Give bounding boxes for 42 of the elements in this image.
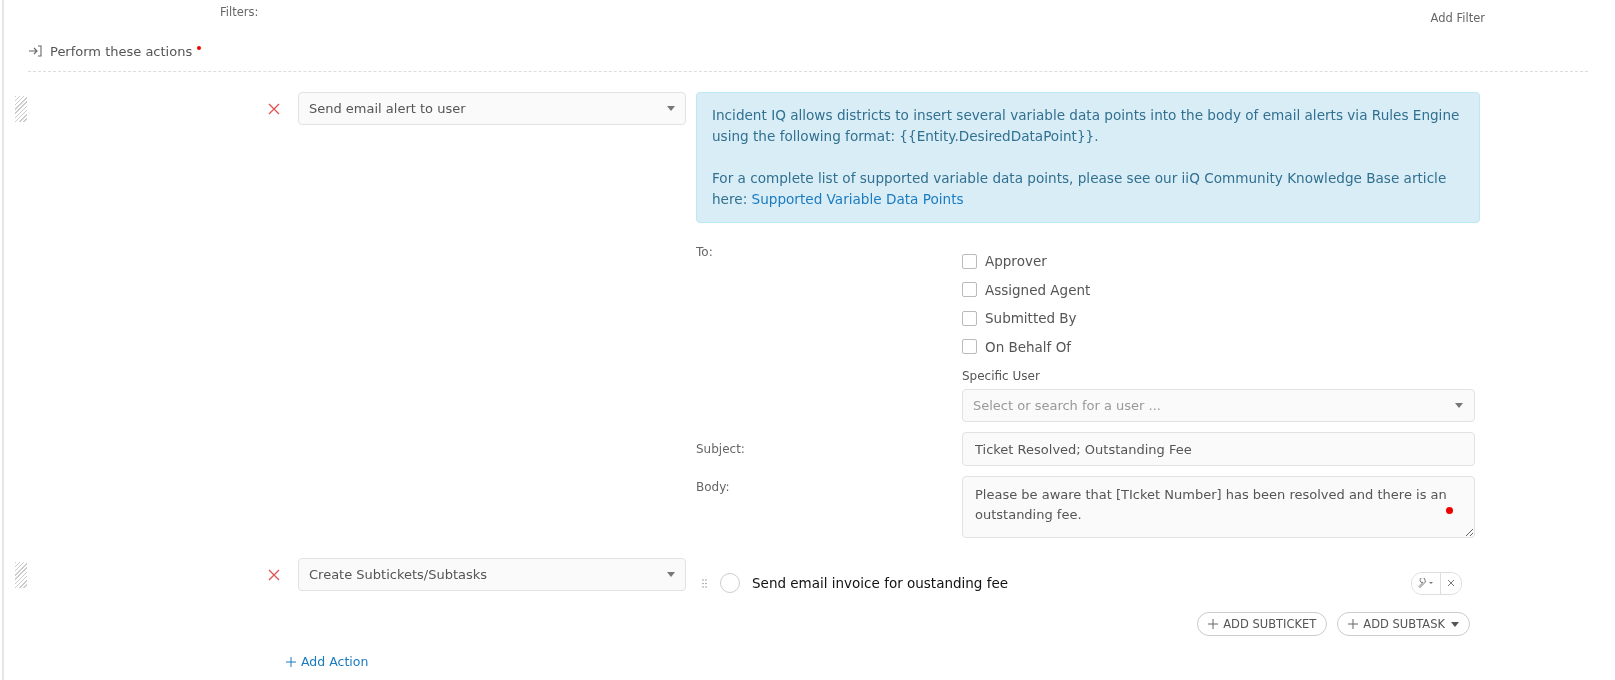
info-text: For a complete list of supported variable data points, please see our iiQ Community Knowledge Base article here: Supported Variable Data Points <box>712 169 1448 209</box>
wrench-icon <box>1418 578 1434 588</box>
drag-handle-icon[interactable] <box>15 96 27 122</box>
remove-icon[interactable] <box>268 103 280 115</box>
add-button[interactable]: ADD SUBTASK <box>1337 612 1470 636</box>
checkbox[interactable] <box>962 253 977 269</box>
body-textarea[interactable]: Please be aware that [TIcket Number] has been resolved and there is an outstanding fee. <box>962 476 1475 538</box>
status-dot-icon <box>1446 507 1453 514</box>
action-select[interactable]: Send email alert to user <box>298 92 686 125</box>
body-label: Body: <box>696 479 731 496</box>
subject-label: Subject: <box>696 441 746 458</box>
checkbox[interactable] <box>962 339 977 355</box>
checkbox[interactable] <box>962 282 977 298</box>
action-select[interactable]: Create Subtickets/Subtasks <box>298 558 686 591</box>
plus-icon <box>286 656 296 667</box>
drag-handle-icon[interactable] <box>15 562 27 588</box>
caret-icon <box>667 572 675 577</box>
caret-icon <box>667 106 675 111</box>
checkbox-label: Assigned Agent <box>985 281 1091 298</box>
add-filter-button[interactable]: Add Filter <box>1430 10 1485 26</box>
checkbox[interactable] <box>962 310 977 326</box>
filters-label: Filters: <box>220 5 259 21</box>
to-label: To: <box>696 244 714 261</box>
specific-user-label: Specific User <box>962 369 1041 383</box>
plus-icon <box>1348 619 1359 629</box>
plus-icon <box>1208 619 1219 629</box>
enter-arrow-icon <box>28 45 42 57</box>
caret-icon <box>1455 403 1463 408</box>
subtask-title: Send email invoice for oustanding fee <box>752 575 1010 591</box>
checkbox-label: Submitted By <box>985 310 1077 327</box>
user-select[interactable]: Select or search for a user ... <box>962 389 1475 422</box>
remove-icon[interactable] <box>268 569 280 581</box>
checkbox-label: On Behalf Of <box>985 338 1072 355</box>
grip-icon[interactable] <box>702 578 707 588</box>
close-icon[interactable] <box>1440 572 1461 594</box>
add-button[interactable]: ADD SUBTICKET <box>1197 612 1328 636</box>
subject-input[interactable]: Ticket Resolved; Outstanding Fee <box>962 432 1475 466</box>
add-action-link[interactable]: Add Action <box>286 654 369 669</box>
section-title: Perform these actions <box>50 43 193 59</box>
checkbox-label: Approver <box>985 253 1047 270</box>
supported-data-points-link[interactable]: Supported Variable Data Points <box>751 191 964 207</box>
info-text: Incident IQ allows districts to insert several variable data points into the body of email alerts via Rules Engine using the following format: {{Entity.DesiredDataPoint}}. <box>712 106 1461 146</box>
